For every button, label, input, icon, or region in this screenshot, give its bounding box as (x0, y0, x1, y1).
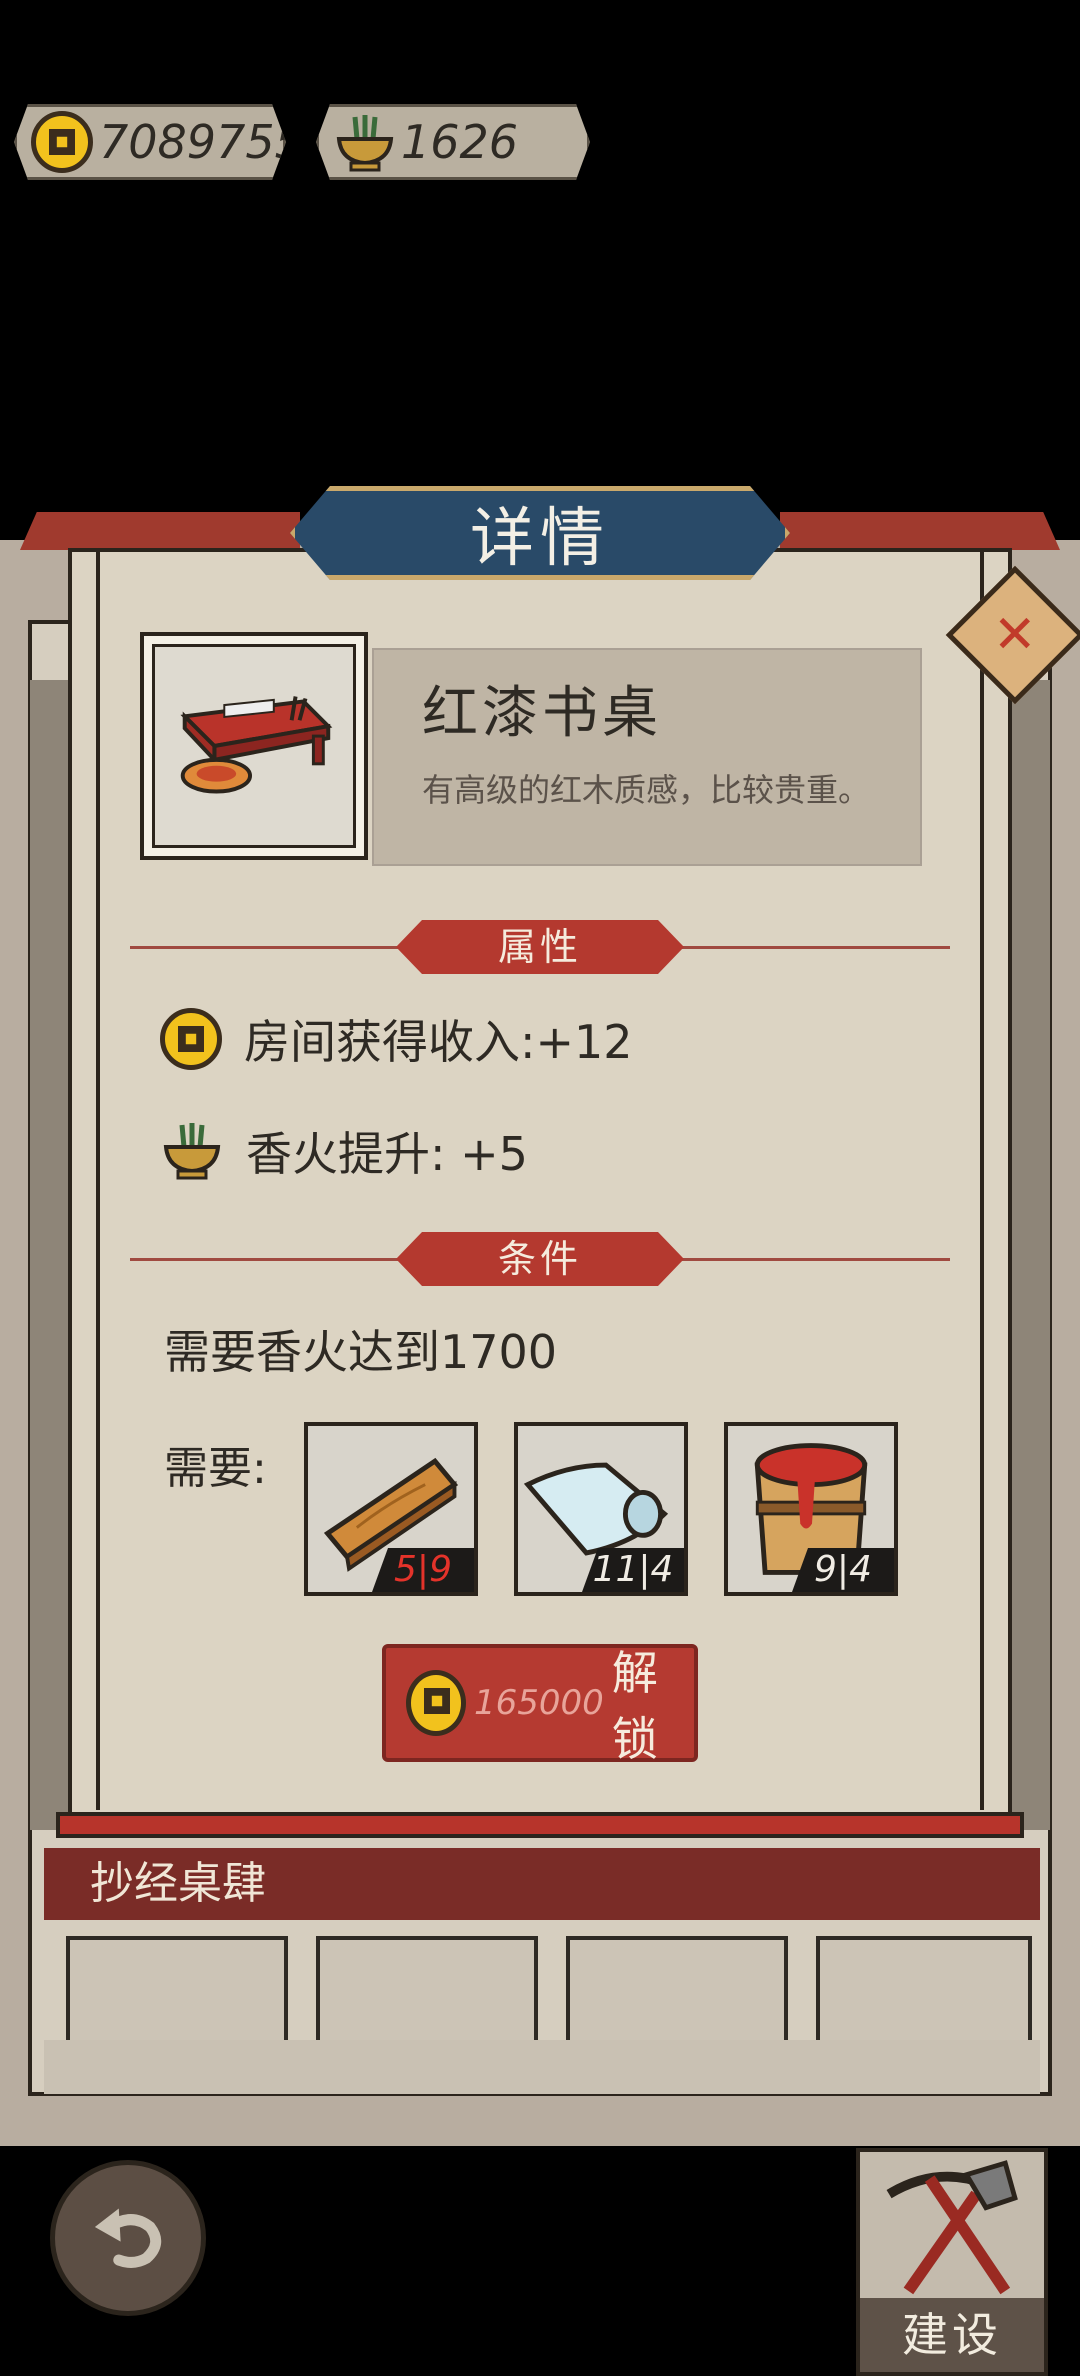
coin-icon (406, 1670, 467, 1736)
dialog-roof-left (20, 512, 300, 550)
item-portrait-frame (140, 632, 368, 860)
close-icon: ✕ (993, 604, 1037, 665)
unlock-cost: 165000 (474, 1683, 604, 1723)
dialog-title-plate: 详情 (290, 486, 790, 580)
incense-burner-icon (333, 113, 397, 173)
attributes-divider-right (680, 946, 950, 949)
dialog-title: 详情 (470, 502, 610, 576)
material-slot-wood[interactable]: 5|9 (304, 1422, 478, 1596)
attributes-divider-left (130, 946, 400, 949)
item-name: 红漆书桌 (422, 681, 662, 746)
material-count-cloth: 11|4 (582, 1548, 684, 1592)
dialog-footer-bar (56, 1812, 1024, 1838)
shelf-item-slot-3[interactable] (566, 1936, 788, 2046)
red-lacquer-desk-icon (180, 696, 333, 794)
item-description: 有高级的红木质感，比较贵重。 (422, 771, 871, 809)
incense-counter: 1626 (316, 104, 590, 180)
material-slot-cloth[interactable]: 11|4 (514, 1422, 688, 1596)
shelf-item-slot-2[interactable] (316, 1936, 538, 2046)
item-info-panel: 红漆书桌 有高级的红木质感，比较贵重。 (372, 648, 922, 866)
incense-requirement: 需要香火达到1700 (164, 1325, 558, 1379)
conditions-divider-left (130, 1258, 400, 1261)
dialog-border-left (96, 552, 100, 1810)
incense-burner-icon (163, 1123, 221, 1180)
incense-boost-row: 香火提升: +5 (160, 1118, 528, 1184)
conditions-divider-right (680, 1258, 950, 1261)
shelf-item-slot-1[interactable] (66, 1936, 288, 2046)
back-button[interactable] (50, 2160, 206, 2316)
conditions-header: 条件 (396, 1232, 684, 1286)
dialog-border-right (980, 552, 984, 1810)
unlock-button[interactable]: 165000 解锁 (382, 1644, 698, 1766)
coin-counter: 7089755 (14, 104, 286, 180)
materials-label: 需要: (164, 1443, 267, 1494)
shelf-bottom-strip (44, 2040, 1040, 2094)
coin-count: 7089755 (99, 115, 304, 169)
material-count-wood: 5|9 (372, 1548, 474, 1592)
incense-count: 1626 (401, 115, 519, 169)
undo-arrow-icon (94, 2208, 162, 2268)
shelf-side-left (30, 680, 70, 1830)
material-count-lacquer: 9|4 (792, 1548, 894, 1592)
dialog-roof-right (780, 512, 1060, 550)
build-button[interactable]: 建设 (856, 2148, 1048, 2376)
shelf-side-right (1010, 680, 1050, 1830)
shelf-section-title: 抄经桌肆 (44, 1848, 1040, 1920)
build-label: 建设 (860, 2298, 1044, 2372)
coin-icon (160, 1008, 222, 1070)
coin-icon (31, 111, 93, 173)
unlock-label: 解锁 (611, 1646, 658, 1766)
room-income-text: 房间获得收入:+12 (244, 1015, 633, 1069)
incense-boost-text: 香火提升: +5 (246, 1127, 528, 1181)
pickaxe-shovel-icon (886, 2160, 1018, 2295)
material-slot-lacquer[interactable]: 9|4 (724, 1422, 898, 1596)
room-income-row: 房间获得收入:+12 (160, 1006, 633, 1072)
attributes-header: 属性 (396, 920, 684, 974)
shelf-item-slot-4[interactable] (816, 1936, 1032, 2046)
